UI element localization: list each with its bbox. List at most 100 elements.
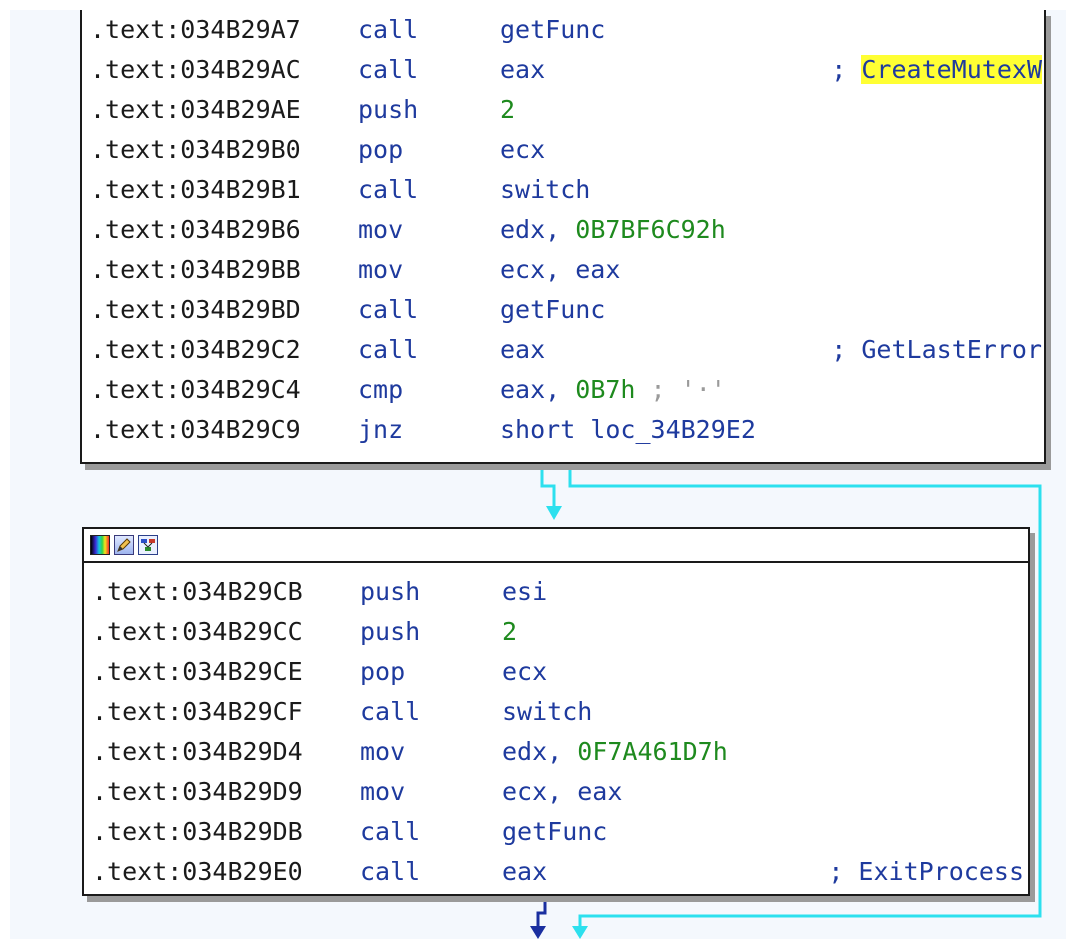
operand[interactable]: eax xyxy=(502,857,547,886)
operand[interactable]: eax xyxy=(500,335,545,364)
operands: esi xyxy=(502,572,547,612)
mnemonic: jnz xyxy=(358,415,404,444)
mnemonic: call xyxy=(358,335,419,364)
asm-line[interactable]: .text:034B29B6 mov edx, 0B7BF6C92h xyxy=(82,210,1044,250)
operand[interactable]: ecx, eax xyxy=(502,777,622,806)
operands: ecx, eax xyxy=(500,250,620,290)
operand[interactable]: getFunc xyxy=(502,817,607,846)
operand[interactable]: switch xyxy=(500,175,590,204)
mnemonic: call xyxy=(360,817,421,846)
graph-node-bottom[interactable]: .text:034B29CB push esi .text:034B29CC push 2… xyxy=(82,527,1030,896)
operand[interactable]: ecx xyxy=(502,657,547,686)
mnemonic: call xyxy=(358,175,419,204)
comment-text: ; ExitProcess xyxy=(828,857,1024,886)
comment-text: ; xyxy=(831,55,862,84)
edge-fallthrough-arrow xyxy=(546,506,562,520)
address-label: .text:034B29AE xyxy=(90,95,301,124)
graph-overview-icon[interactable] xyxy=(138,535,158,555)
address-label: .text:034B29CE xyxy=(92,657,303,686)
operand[interactable]: getFunc xyxy=(500,15,605,44)
asm-line[interactable]: .text:034B29C9 jnz short loc_34B29E2 xyxy=(82,410,1044,450)
asm-line[interactable]: .text:034B29CE pop ecx xyxy=(84,652,1028,692)
edge-bottom-out[interactable] xyxy=(536,894,547,928)
operand[interactable]: switch xyxy=(502,697,592,726)
asm-line[interactable]: .text:034B29D9 mov ecx, eax xyxy=(84,772,1028,812)
asm-line[interactable]: .text:034B29BD call getFunc xyxy=(82,290,1044,330)
operands: 2 xyxy=(500,90,515,130)
operands: edx, 0B7BF6C92h xyxy=(500,210,726,250)
mnemonic: cmp xyxy=(358,375,404,404)
edge-fallthrough[interactable] xyxy=(540,464,556,509)
asm-line[interactable]: .text:034B29AE push 2 xyxy=(82,90,1044,130)
address-label: .text:034B29A7 xyxy=(90,15,301,44)
asm-line[interactable]: .text:034B29CB push esi xyxy=(84,572,1028,612)
asm-line[interactable]: .text:034B29BB mov ecx, eax xyxy=(82,250,1044,290)
asm-line[interactable]: .text:034B29C2 call eax ; GetLastError xyxy=(82,330,1044,370)
operand[interactable]: edx, xyxy=(500,215,575,244)
asm-line[interactable]: .text:034B29DB call getFunc xyxy=(84,812,1028,852)
mnemonic: mov xyxy=(358,215,404,244)
operands: 2 xyxy=(502,612,517,652)
address-label: .text:034B29D9 xyxy=(92,777,303,806)
api-comment: ; CreateMutexW xyxy=(831,50,1042,90)
asm-line[interactable]: .text:034B29E0 call eax ; ExitProcess xyxy=(84,852,1028,892)
immediate-value: 0B7BF6C92h xyxy=(575,215,726,244)
rename-node-icon[interactable] xyxy=(114,535,134,555)
mnemonic: call xyxy=(358,55,419,84)
edge-jump-taken-arrow xyxy=(572,926,588,939)
asm-line[interactable]: .text:034B29A7 call getFunc xyxy=(82,10,1044,50)
operands: getFunc xyxy=(500,10,605,50)
operand[interactable]: esi xyxy=(502,577,547,606)
mnemonic: call xyxy=(358,295,419,324)
highlighted-api-name[interactable]: CreateMutexW xyxy=(861,55,1042,84)
asm-line[interactable]: .text:034B29AC call eax; CreateMutexW xyxy=(82,50,1044,90)
immediate-value: 2 xyxy=(502,617,518,646)
asm-line[interactable]: .text:034B29CC push 2 xyxy=(84,612,1028,652)
asm-line[interactable]: .text:034B29C4 cmp eax, 0B7h ; '·' xyxy=(82,370,1044,410)
mnemonic: call xyxy=(358,15,419,44)
mnemonic: mov xyxy=(358,255,404,284)
mnemonic: mov xyxy=(360,777,406,806)
address-label: .text:034B29CC xyxy=(92,617,303,646)
operands: eax xyxy=(500,330,545,370)
operand[interactable]: getFunc xyxy=(500,295,605,324)
edge-bottom-out-arrow xyxy=(530,926,546,939)
operands: ecx xyxy=(502,652,547,692)
operand[interactable]: ecx xyxy=(500,135,545,164)
color-palette-icon[interactable] xyxy=(90,535,110,555)
operand[interactable]: short loc_34B29E2 xyxy=(500,415,756,444)
asm-line[interactable]: .text:034B29D4 mov edx, 0F7A461D7h xyxy=(84,732,1028,772)
operands: ecx xyxy=(500,130,545,170)
asm-line[interactable]: .text:034B29CF call switch xyxy=(84,692,1028,732)
mnemonic: call xyxy=(360,697,421,726)
address-label: .text:034B29CB xyxy=(92,577,303,606)
address-label: .text:034B29E0 xyxy=(92,857,303,886)
address-label: .text:034B29AC xyxy=(90,55,301,84)
operands: edx, 0F7A461D7h xyxy=(502,732,728,772)
graph-node-top[interactable]: .text:034B29A7 call getFunc .text:034B29AC c… xyxy=(80,10,1046,464)
asm-line[interactable]: .text:034B29B1 call switch xyxy=(82,170,1044,210)
operands: ecx, eax xyxy=(502,772,622,812)
address-label: .text:034B29C9 xyxy=(90,415,301,444)
api-comment: ; GetLastError xyxy=(831,330,1042,370)
mnemonic: push xyxy=(360,617,421,646)
operands: eax, 0B7h ; '·' xyxy=(500,370,726,410)
asm-line[interactable]: .text:034B29B0 pop ecx xyxy=(82,130,1044,170)
address-label: .text:034B29B1 xyxy=(90,175,301,204)
operands: getFunc xyxy=(500,290,605,330)
graph-canvas[interactable]: .text:034B29A7 call getFunc .text:034B29AC c… xyxy=(10,10,1066,939)
address-label: .text:034B29C4 xyxy=(90,375,301,404)
operands: eax xyxy=(502,852,547,892)
api-comment: ; ExitProcess xyxy=(828,852,1024,892)
operand[interactable]: ecx, eax xyxy=(500,255,620,284)
address-label: .text:034B29DB xyxy=(92,817,303,846)
operands: switch xyxy=(500,170,590,210)
mnemonic: call xyxy=(360,857,421,886)
operand[interactable]: eax, xyxy=(500,375,575,404)
operand[interactable]: edx, xyxy=(502,737,577,766)
operand[interactable]: eax xyxy=(500,55,545,84)
mnemonic: pop xyxy=(360,657,406,686)
operands: switch xyxy=(502,692,592,732)
immediate-value: 2 xyxy=(500,95,516,124)
inline-comment: ; '·' xyxy=(635,375,726,404)
